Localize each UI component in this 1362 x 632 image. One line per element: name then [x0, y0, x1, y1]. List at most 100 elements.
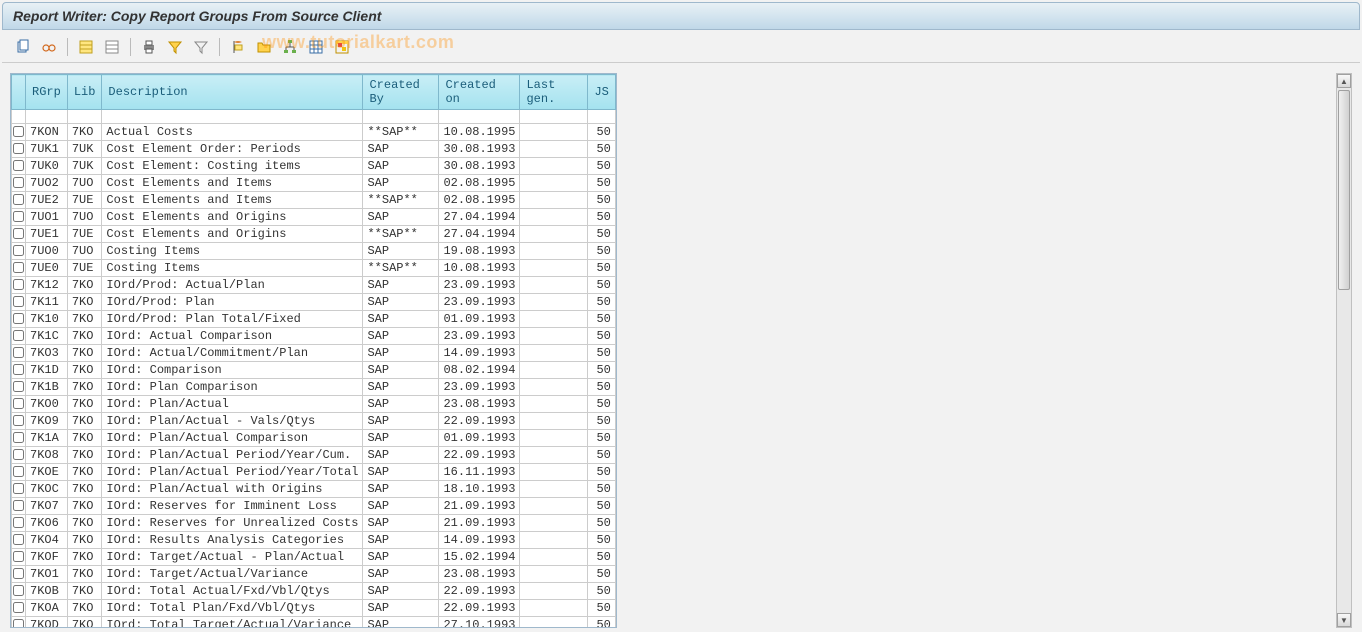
checkbox[interactable] — [13, 313, 24, 324]
deselect-all-icon[interactable] — [101, 36, 123, 58]
table-row[interactable]: 7K1D7KOIOrd: ComparisonSAP08.02.199450 — [12, 362, 616, 379]
row-checkbox[interactable] — [12, 481, 26, 498]
table-row[interactable]: 7UE07UECosting Items**SAP**10.08.199350 — [12, 260, 616, 277]
row-checkbox[interactable] — [12, 532, 26, 549]
checkbox[interactable] — [13, 449, 24, 460]
checkbox[interactable] — [13, 619, 24, 628]
row-checkbox[interactable] — [12, 396, 26, 413]
checkbox[interactable] — [13, 177, 24, 188]
checkbox[interactable] — [13, 585, 24, 596]
checkbox[interactable] — [13, 432, 24, 443]
checkbox[interactable] — [13, 602, 24, 613]
layout-icon[interactable] — [331, 36, 353, 58]
table-row[interactable]: 7KO67KOIOrd: Reserves for Unrealized Cos… — [12, 515, 616, 532]
row-checkbox[interactable] — [12, 175, 26, 192]
checkbox[interactable] — [13, 245, 24, 256]
checkbox[interactable] — [13, 551, 24, 562]
checkbox[interactable] — [13, 483, 24, 494]
table-row[interactable]: 7KOD7KOIOrd: Total Target/Actual/Varianc… — [12, 617, 616, 629]
table-row[interactable]: 7UO07UOCosting ItemsSAP19.08.199350 — [12, 243, 616, 260]
vertical-scrollbar[interactable]: ▲ ▼ — [1336, 73, 1352, 628]
scroll-thumb[interactable] — [1338, 90, 1350, 290]
select-all-icon[interactable] — [75, 36, 97, 58]
row-checkbox[interactable] — [12, 311, 26, 328]
checkbox[interactable] — [13, 211, 24, 222]
table-row[interactable]: 7KOF7KOIOrd: Target/Actual - Plan/Actual… — [12, 549, 616, 566]
table-row[interactable]: 7UO27UOCost Elements and ItemsSAP02.08.1… — [12, 175, 616, 192]
checkbox[interactable] — [13, 347, 24, 358]
checkbox[interactable] — [13, 194, 24, 205]
table-row[interactable]: 7KOA7KOIOrd: Total Plan/Fxd/Vbl/QtysSAP2… — [12, 600, 616, 617]
table-row[interactable]: 7K117KOIOrd/Prod: PlanSAP23.09.199350 — [12, 294, 616, 311]
col-js[interactable]: JS — [588, 75, 615, 110]
row-checkbox[interactable] — [12, 515, 26, 532]
filter-on-icon[interactable] — [164, 36, 186, 58]
row-checkbox[interactable] — [12, 447, 26, 464]
col-lib[interactable]: Lib — [67, 75, 102, 110]
col-created-by[interactable]: Created By — [363, 75, 439, 110]
checkbox[interactable] — [13, 126, 24, 137]
row-checkbox[interactable] — [12, 583, 26, 600]
row-checkbox[interactable] — [12, 328, 26, 345]
table-row[interactable]: 7UK07UKCost Element: Costing itemsSAP30.… — [12, 158, 616, 175]
checkbox[interactable] — [13, 330, 24, 341]
row-checkbox[interactable] — [12, 549, 26, 566]
row-checkbox[interactable] — [12, 192, 26, 209]
row-checkbox[interactable] — [12, 226, 26, 243]
table-row[interactable]: 7KO77KOIOrd: Reserves for Imminent LossS… — [12, 498, 616, 515]
row-checkbox[interactable] — [12, 345, 26, 362]
row-checkbox[interactable] — [12, 158, 26, 175]
row-checkbox[interactable] — [12, 141, 26, 158]
table-row[interactable]: 7KOB7KOIOrd: Total Actual/Fxd/Vbl/QtysSA… — [12, 583, 616, 600]
folder-icon[interactable] — [253, 36, 275, 58]
checkbox[interactable] — [13, 517, 24, 528]
row-checkbox[interactable] — [12, 294, 26, 311]
table-row[interactable]: 7KOC7KOIOrd: Plan/Actual with OriginsSAP… — [12, 481, 616, 498]
scroll-down-icon[interactable]: ▼ — [1337, 613, 1351, 627]
row-checkbox[interactable] — [12, 498, 26, 515]
row-checkbox[interactable] — [12, 379, 26, 396]
table-row[interactable]: 7KO37KOIOrd: Actual/Commitment/PlanSAP14… — [12, 345, 616, 362]
grid-icon[interactable] — [305, 36, 327, 58]
col-rgrp[interactable]: RGrp — [26, 75, 68, 110]
table-row[interactable]: 7KO17KOIOrd: Target/Actual/VarianceSAP23… — [12, 566, 616, 583]
glasses-icon[interactable] — [38, 36, 60, 58]
checkbox[interactable] — [13, 381, 24, 392]
table-row[interactable]: 7K1C7KOIOrd: Actual ComparisonSAP23.09.1… — [12, 328, 616, 345]
flag-icon[interactable] — [227, 36, 249, 58]
row-checkbox[interactable] — [12, 277, 26, 294]
row-checkbox[interactable] — [12, 566, 26, 583]
row-checkbox[interactable] — [12, 260, 26, 277]
col-description[interactable]: Description — [102, 75, 363, 110]
table-row[interactable]: 7KO47KOIOrd: Results Analysis Categories… — [12, 532, 616, 549]
row-checkbox[interactable] — [12, 413, 26, 430]
checkbox[interactable] — [13, 143, 24, 154]
table-row[interactable]: 7UE27UECost Elements and Items**SAP**02.… — [12, 192, 616, 209]
table-row[interactable]: 7K127KOIOrd/Prod: Actual/PlanSAP23.09.19… — [12, 277, 616, 294]
col-created-on[interactable]: Created on — [439, 75, 520, 110]
checkbox[interactable] — [13, 500, 24, 511]
filter-icon[interactable] — [190, 36, 212, 58]
table-row[interactable]: 7K107KOIOrd/Prod: Plan Total/FixedSAP01.… — [12, 311, 616, 328]
copy-icon[interactable] — [12, 36, 34, 58]
checkbox[interactable] — [13, 364, 24, 375]
table-row[interactable]: 7UE17UECost Elements and Origins**SAP**2… — [12, 226, 616, 243]
table-row[interactable]: 7KOE7KOIOrd: Plan/Actual Period/Year/Tot… — [12, 464, 616, 481]
checkbox[interactable] — [13, 160, 24, 171]
row-checkbox[interactable] — [12, 430, 26, 447]
table-row[interactable]: 7KO87KOIOrd: Plan/Actual Period/Year/Cum… — [12, 447, 616, 464]
table-row[interactable]: 7KO07KOIOrd: Plan/ActualSAP23.08.199350 — [12, 396, 616, 413]
table-row[interactable]: 7K1A7KOIOrd: Plan/Actual ComparisonSAP01… — [12, 430, 616, 447]
checkbox[interactable] — [13, 415, 24, 426]
table-row[interactable]: 7K1B7KOIOrd: Plan ComparisonSAP23.09.199… — [12, 379, 616, 396]
checkbox[interactable] — [13, 466, 24, 477]
checkbox[interactable] — [13, 534, 24, 545]
checkbox[interactable] — [13, 228, 24, 239]
row-checkbox[interactable] — [12, 243, 26, 260]
table-row[interactable]: 7KO97KOIOrd: Plan/Actual - Vals/QtysSAP2… — [12, 413, 616, 430]
checkbox[interactable] — [13, 279, 24, 290]
row-checkbox[interactable] — [12, 124, 26, 141]
checkbox[interactable] — [13, 398, 24, 409]
row-checkbox[interactable] — [12, 464, 26, 481]
checkbox[interactable] — [13, 262, 24, 273]
